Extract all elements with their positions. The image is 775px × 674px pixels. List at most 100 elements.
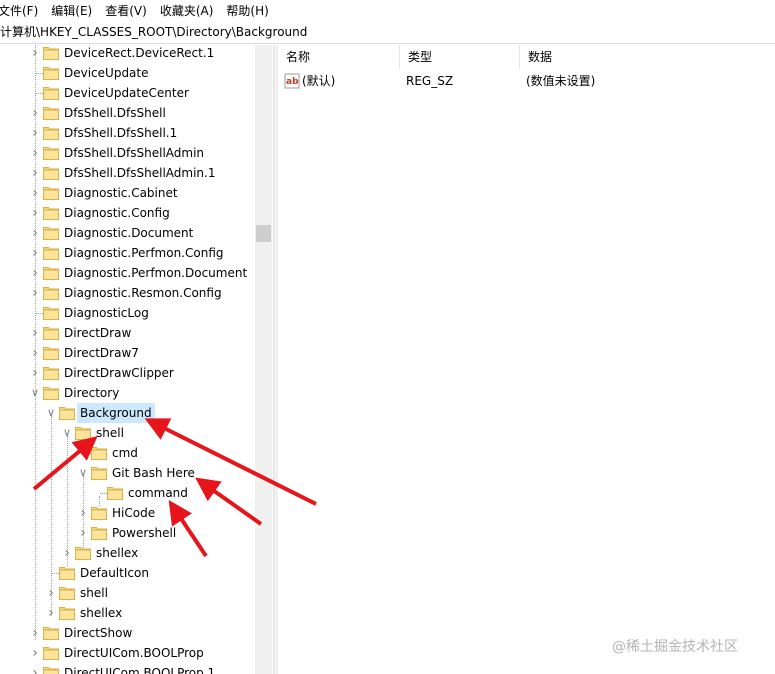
tree-node[interactable]: › Diagnostic.Document xyxy=(0,223,255,243)
chevron-right-icon[interactable]: › xyxy=(77,523,89,543)
tree-node-label[interactable]: shell xyxy=(93,423,127,443)
tree-node[interactable]: › DirectDraw xyxy=(0,323,255,343)
tree-node-label[interactable]: cmd xyxy=(109,443,141,463)
tree-node-label[interactable]: Diagnostic.Cabinet xyxy=(61,183,181,203)
tree-node-label[interactable]: DfsShell.DfsShell.1 xyxy=(61,123,180,143)
menu-item-1[interactable]: 编辑(E) xyxy=(51,0,99,22)
tree-node-label[interactable]: DfsShell.DfsShellAdmin xyxy=(61,143,207,163)
tree-node-label[interactable]: DeviceUpdate xyxy=(61,63,152,83)
chevron-down-icon[interactable]: ∨ xyxy=(61,423,73,443)
chevron-down-icon[interactable]: ∨ xyxy=(29,383,41,403)
tree-node-label[interactable]: DfsShell.DfsShellAdmin.1 xyxy=(61,163,219,183)
tree-node[interactable]: › DirectUICom.BOOLProp.1 xyxy=(0,663,255,674)
tree-node-label[interactable]: Diagnostic.Resmon.Config xyxy=(61,283,225,303)
chevron-right-icon[interactable]: › xyxy=(29,103,41,123)
tree-node-label[interactable]: DirectDraw7 xyxy=(61,343,142,363)
tree-node[interactable]: › DirectUICom.BOOLProp xyxy=(0,643,255,663)
tree-scrollbar-thumb[interactable] xyxy=(256,225,271,242)
tree-node[interactable]: cmd xyxy=(0,443,255,463)
tree-node[interactable]: DeviceUpdate xyxy=(0,63,255,83)
column-header-type[interactable]: 类型 xyxy=(400,45,520,69)
tree-node[interactable]: ∨ Directory xyxy=(0,383,255,403)
tree-node[interactable]: › DfsShell.DfsShell.1 xyxy=(0,123,255,143)
menu-item-4[interactable]: 帮助(H) xyxy=(226,0,275,22)
tree-node-label[interactable]: DfsShell.DfsShell xyxy=(61,103,169,123)
tree-node[interactable]: › DfsShell.DfsShellAdmin.1 xyxy=(0,163,255,183)
tree-node[interactable]: › shell xyxy=(0,583,255,603)
tree-node[interactable]: › Diagnostic.Resmon.Config xyxy=(0,283,255,303)
chevron-right-icon[interactable]: › xyxy=(29,323,41,343)
tree-node[interactable]: › Diagnostic.Cabinet xyxy=(0,183,255,203)
tree-node[interactable]: › shellex xyxy=(0,543,255,563)
chevron-right-icon[interactable]: › xyxy=(29,243,41,263)
menu-item-0[interactable]: 文件(F) xyxy=(0,0,45,22)
tree-node[interactable]: › DfsShell.DfsShellAdmin xyxy=(0,143,255,163)
chevron-down-icon[interactable]: ∨ xyxy=(77,463,89,483)
chevron-down-icon[interactable]: ∨ xyxy=(45,403,57,423)
address-path[interactable]: 计算机\HKEY_CLASSES_ROOT\Directory\Backgrou… xyxy=(0,25,307,39)
chevron-right-icon[interactable]: › xyxy=(29,183,41,203)
tree-node-label[interactable]: Diagnostic.Perfmon.Config xyxy=(61,243,227,263)
tree-node-label[interactable]: DirectShow xyxy=(61,623,135,643)
tree-node[interactable]: › Powershell xyxy=(0,523,255,543)
tree-node-label[interactable]: shell xyxy=(77,583,111,603)
chevron-right-icon[interactable]: › xyxy=(29,45,41,63)
tree-node-label[interactable]: DefaultIcon xyxy=(77,563,152,583)
values-list[interactable]: 名称 类型 数据 ab (默认) REG_SZ (数值未设置) xyxy=(278,45,775,674)
tree-node[interactable]: › Diagnostic.Perfmon.Config xyxy=(0,243,255,263)
value-row-default[interactable]: ab (默认) REG_SZ (数值未设置) xyxy=(278,71,775,91)
chevron-right-icon[interactable]: › xyxy=(29,203,41,223)
chevron-right-icon[interactable]: › xyxy=(29,643,41,663)
tree-node-label[interactable]: Diagnostic.Document xyxy=(61,223,196,243)
chevron-right-icon[interactable]: › xyxy=(61,543,73,563)
chevron-right-icon[interactable]: › xyxy=(29,223,41,243)
tree-node[interactable]: ∨ Background xyxy=(0,403,255,423)
tree-node-label[interactable]: DirectUICom.BOOLProp.1 xyxy=(61,663,218,674)
tree-node[interactable]: command xyxy=(0,483,255,503)
tree-node-label[interactable]: command xyxy=(125,483,191,503)
tree-node-label[interactable]: DeviceRect.DeviceRect.1 xyxy=(61,45,217,63)
tree-node[interactable]: › DirectDraw7 xyxy=(0,343,255,363)
chevron-right-icon[interactable]: › xyxy=(29,163,41,183)
tree-node-label[interactable]: shellex xyxy=(93,543,141,563)
tree-node[interactable]: › Diagnostic.Perfmon.Document xyxy=(0,263,255,283)
tree-node-label[interactable]: Background xyxy=(77,403,155,423)
column-header-name[interactable]: 名称 xyxy=(278,45,400,69)
tree-node-label[interactable]: HiCode xyxy=(109,503,158,523)
tree-node[interactable]: › DirectDrawClipper xyxy=(0,363,255,383)
tree-node-label[interactable]: DiagnosticLog xyxy=(61,303,152,323)
column-header-data[interactable]: 数据 xyxy=(520,45,775,69)
menu-item-3[interactable]: 收藏夹(A) xyxy=(160,0,221,22)
tree-node-label[interactable]: Diagnostic.Config xyxy=(61,203,173,223)
chevron-right-icon[interactable]: › xyxy=(29,663,41,674)
tree-node-label[interactable]: DirectDrawClipper xyxy=(61,363,177,383)
tree-node[interactable]: › DirectShow xyxy=(0,623,255,643)
tree-node-label[interactable]: Directory xyxy=(61,383,122,403)
tree-node-label[interactable]: shellex xyxy=(77,603,125,623)
chevron-right-icon[interactable]: › xyxy=(29,283,41,303)
tree-node[interactable]: › shellex xyxy=(0,603,255,623)
tree-node[interactable]: › DeviceRect.DeviceRect.1 xyxy=(0,45,255,63)
tree-scrollbar[interactable] xyxy=(255,45,272,674)
tree-node[interactable]: › HiCode xyxy=(0,503,255,523)
tree-node[interactable]: DiagnosticLog xyxy=(0,303,255,323)
tree-node-label[interactable]: DirectUICom.BOOLProp xyxy=(61,643,207,663)
tree-node[interactable]: DefaultIcon xyxy=(0,563,255,583)
chevron-right-icon[interactable]: › xyxy=(29,123,41,143)
tree-node-label[interactable]: DirectDraw xyxy=(61,323,134,343)
tree-node[interactable]: › Diagnostic.Config xyxy=(0,203,255,223)
chevron-right-icon[interactable]: › xyxy=(29,623,41,643)
registry-tree[interactable]: › DeviceRect.DeviceRect.1 DeviceUpdate Devi… xyxy=(0,45,273,674)
chevron-right-icon[interactable]: › xyxy=(77,503,89,523)
chevron-right-icon[interactable]: › xyxy=(45,603,57,623)
tree-node-label[interactable]: DeviceUpdateCenter xyxy=(61,83,192,103)
address-bar[interactable]: 计算机\HKEY_CLASSES_ROOT\Directory\Backgrou… xyxy=(0,22,775,44)
chevron-right-icon[interactable]: › xyxy=(29,343,41,363)
tree-node-label[interactable]: Git Bash Here xyxy=(109,463,198,483)
tree-node[interactable]: ∨ Git Bash Here xyxy=(0,463,255,483)
chevron-right-icon[interactable]: › xyxy=(45,583,57,603)
tree-node[interactable]: › DfsShell.DfsShell xyxy=(0,103,255,123)
tree-node-label[interactable]: Diagnostic.Perfmon.Document xyxy=(61,263,250,283)
chevron-right-icon[interactable]: › xyxy=(29,143,41,163)
chevron-right-icon[interactable]: › xyxy=(29,263,41,283)
